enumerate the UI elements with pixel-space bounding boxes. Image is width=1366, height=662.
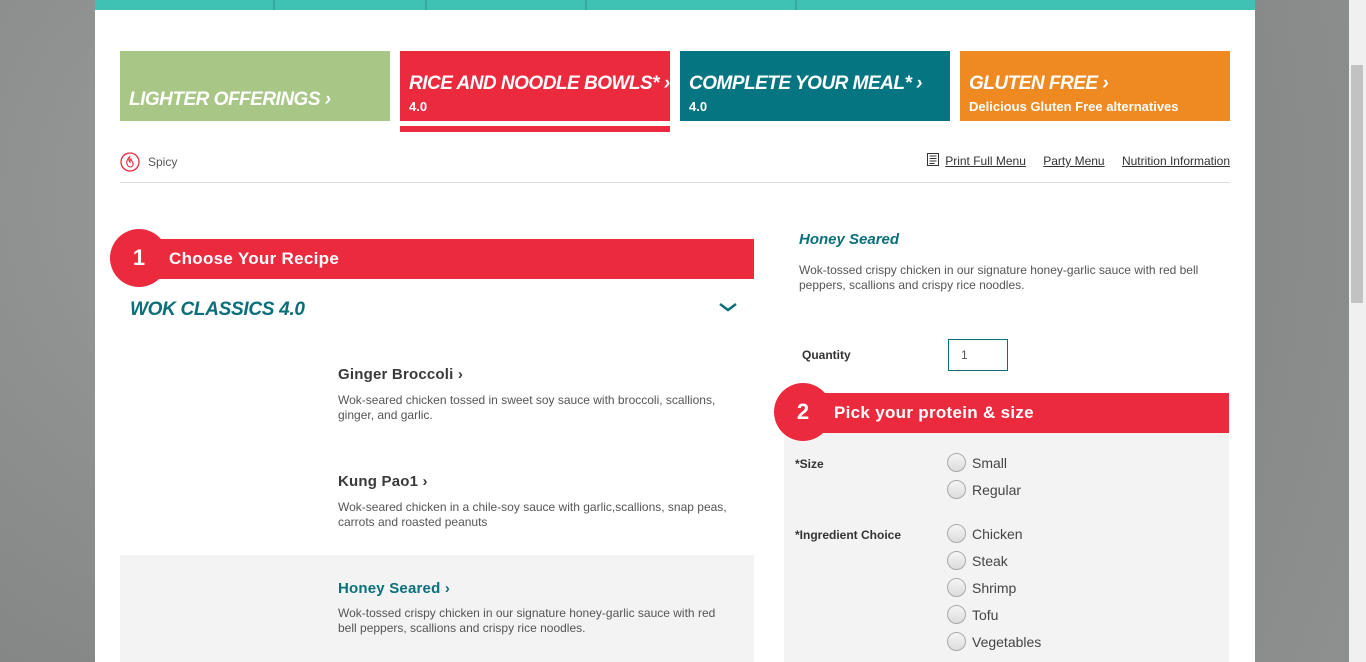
category-title-text: GLUTEN FREE: [969, 73, 1098, 94]
document-icon: [927, 153, 940, 166]
quantity-input[interactable]: [948, 339, 1008, 371]
print-full-menu-link[interactable]: Print Full Menu: [945, 154, 1026, 168]
page: LIGHTER OFFERINGS › RICE AND NOODLE BOWL…: [95, 0, 1255, 662]
recipe-name: Kung Pao1 ›: [338, 473, 428, 490]
recipe-description: Wok-seared chicken tossed in sweet soy s…: [338, 393, 716, 422]
step1-number: 1: [110, 229, 168, 287]
category-title: RICE AND NOODLE BOWLS* ›: [409, 73, 670, 95]
chevron-right-icon: ›: [422, 473, 428, 490]
legend-row: Spicy Print Full Menu Party Menu Nutriti…: [120, 150, 1230, 183]
section-title-wok-classics[interactable]: WOK CLASSICS 4.0: [130, 299, 305, 321]
radio-label: Steak: [972, 553, 1008, 569]
category-title: COMPLETE YOUR MEAL* ›: [689, 73, 922, 95]
radio-label: Chicken: [972, 526, 1023, 542]
step2-number: 2: [774, 383, 832, 441]
step1-label: Choose Your Recipe: [169, 249, 340, 268]
radio-button[interactable]: [947, 453, 966, 472]
category-tile-content: GLUTEN FREE › Delicious Gluten Free alte…: [969, 73, 1179, 114]
chevron-right-icon: ›: [663, 73, 670, 94]
recipe-item-honey-seared[interactable]: Honey Seared › Wok-tossed crispy chicken…: [120, 555, 754, 662]
radio-button[interactable]: [947, 605, 966, 624]
chevron-right-icon: ›: [1102, 73, 1109, 94]
recipe-name-text: Honey Seared: [338, 580, 441, 597]
recipe-item-ginger-broccoli[interactable]: Ginger Broccoli › Wok-seared chicken tos…: [120, 340, 754, 440]
top-nav-segment[interactable]: [95, 0, 275, 10]
selected-recipe-title: Honey Seared: [799, 231, 900, 248]
category-tile-content: COMPLETE YOUR MEAL* › 4.0: [689, 73, 922, 114]
spicy-legend-label: Spicy: [148, 155, 178, 169]
top-nav-bar: [95, 0, 1255, 10]
radio-label: Tofu: [972, 607, 999, 623]
radio-button[interactable]: [947, 524, 966, 543]
top-nav-segment[interactable]: [587, 0, 797, 10]
category-tile-lighter-offerings[interactable]: LIGHTER OFFERINGS ›: [120, 51, 390, 121]
chevron-right-icon: ›: [916, 73, 922, 94]
category-subtitle: 4.0: [689, 99, 708, 114]
size-label: *Size: [795, 457, 824, 471]
category-title: LIGHTER OFFERINGS ›: [129, 89, 331, 111]
scrollbar[interactable]: [1349, 0, 1366, 662]
radio-label: Vegetables: [972, 634, 1042, 650]
recipe-name: Honey Seared ›: [338, 580, 450, 597]
nutrition-information-link[interactable]: Nutrition Information: [1122, 154, 1230, 168]
top-nav-segment[interactable]: [427, 0, 587, 10]
recipe-name: Ginger Broccoli ›: [338, 366, 463, 383]
radio-button[interactable]: [947, 578, 966, 597]
step2-label: Pick your protein & size: [834, 403, 1034, 422]
chevron-right-icon: ›: [457, 366, 464, 383]
radio-button[interactable]: [947, 632, 966, 651]
radio-label: Regular: [972, 482, 1022, 498]
radio-label: Small: [972, 455, 1008, 471]
category-title-text: COMPLETE YOUR MEAL*: [689, 73, 912, 94]
category-subtitle: Delicious Gluten Free alternatives: [969, 99, 1179, 114]
category-tile-gluten-free[interactable]: GLUTEN FREE › Delicious Gluten Free alte…: [960, 51, 1230, 121]
selected-recipe-description: Wok-tossed crispy chicken in our signatu…: [799, 263, 1199, 292]
menu-links: Print Full Menu Party Menu Nutrition Inf…: [927, 153, 1230, 168]
category-tile-content: RICE AND NOODLE BOWLS* › 4.0: [409, 73, 670, 114]
category-title: GLUTEN FREE ›: [969, 73, 1179, 95]
recipe-name-text: Kung Pao1: [338, 473, 419, 490]
recipe-item-kung-pao[interactable]: Kung Pao1 › Wok-seared chicken in a chil…: [120, 447, 754, 547]
category-tile-rice-noodle-bowls[interactable]: RICE AND NOODLE BOWLS* › 4.0: [400, 51, 670, 121]
category-title-text: LIGHTER OFFERINGS: [129, 89, 321, 110]
scrollbar-thumb[interactable]: [1351, 65, 1363, 303]
flame-icon: [120, 152, 140, 172]
recipe-description: Wok-seared chicken in a chile-soy sauce …: [338, 500, 727, 529]
category-tile-complete-your-meal[interactable]: COMPLETE YOUR MEAL* › 4.0: [680, 51, 950, 121]
radio-button[interactable]: [947, 480, 966, 499]
category-title-text: RICE AND NOODLE BOWLS*: [409, 73, 660, 94]
recipe-name-text: Ginger Broccoli: [338, 366, 454, 383]
chevron-down-icon[interactable]: [717, 300, 739, 314]
active-category-indicator: [400, 126, 670, 132]
category-subtitle: 4.0: [409, 99, 428, 114]
recipe-description: Wok-tossed crispy chicken in our signatu…: [338, 606, 716, 635]
ingredient-choice-label: *Ingredient Choice: [795, 528, 902, 542]
top-nav-segment[interactable]: [275, 0, 427, 10]
radio-button[interactable]: [947, 551, 966, 570]
chevron-right-icon: ›: [444, 580, 451, 597]
chevron-right-icon: ›: [324, 89, 331, 110]
quantity-label: Quantity: [802, 348, 851, 362]
party-menu-link[interactable]: Party Menu: [1043, 154, 1104, 168]
radio-label: Shrimp: [972, 580, 1017, 596]
